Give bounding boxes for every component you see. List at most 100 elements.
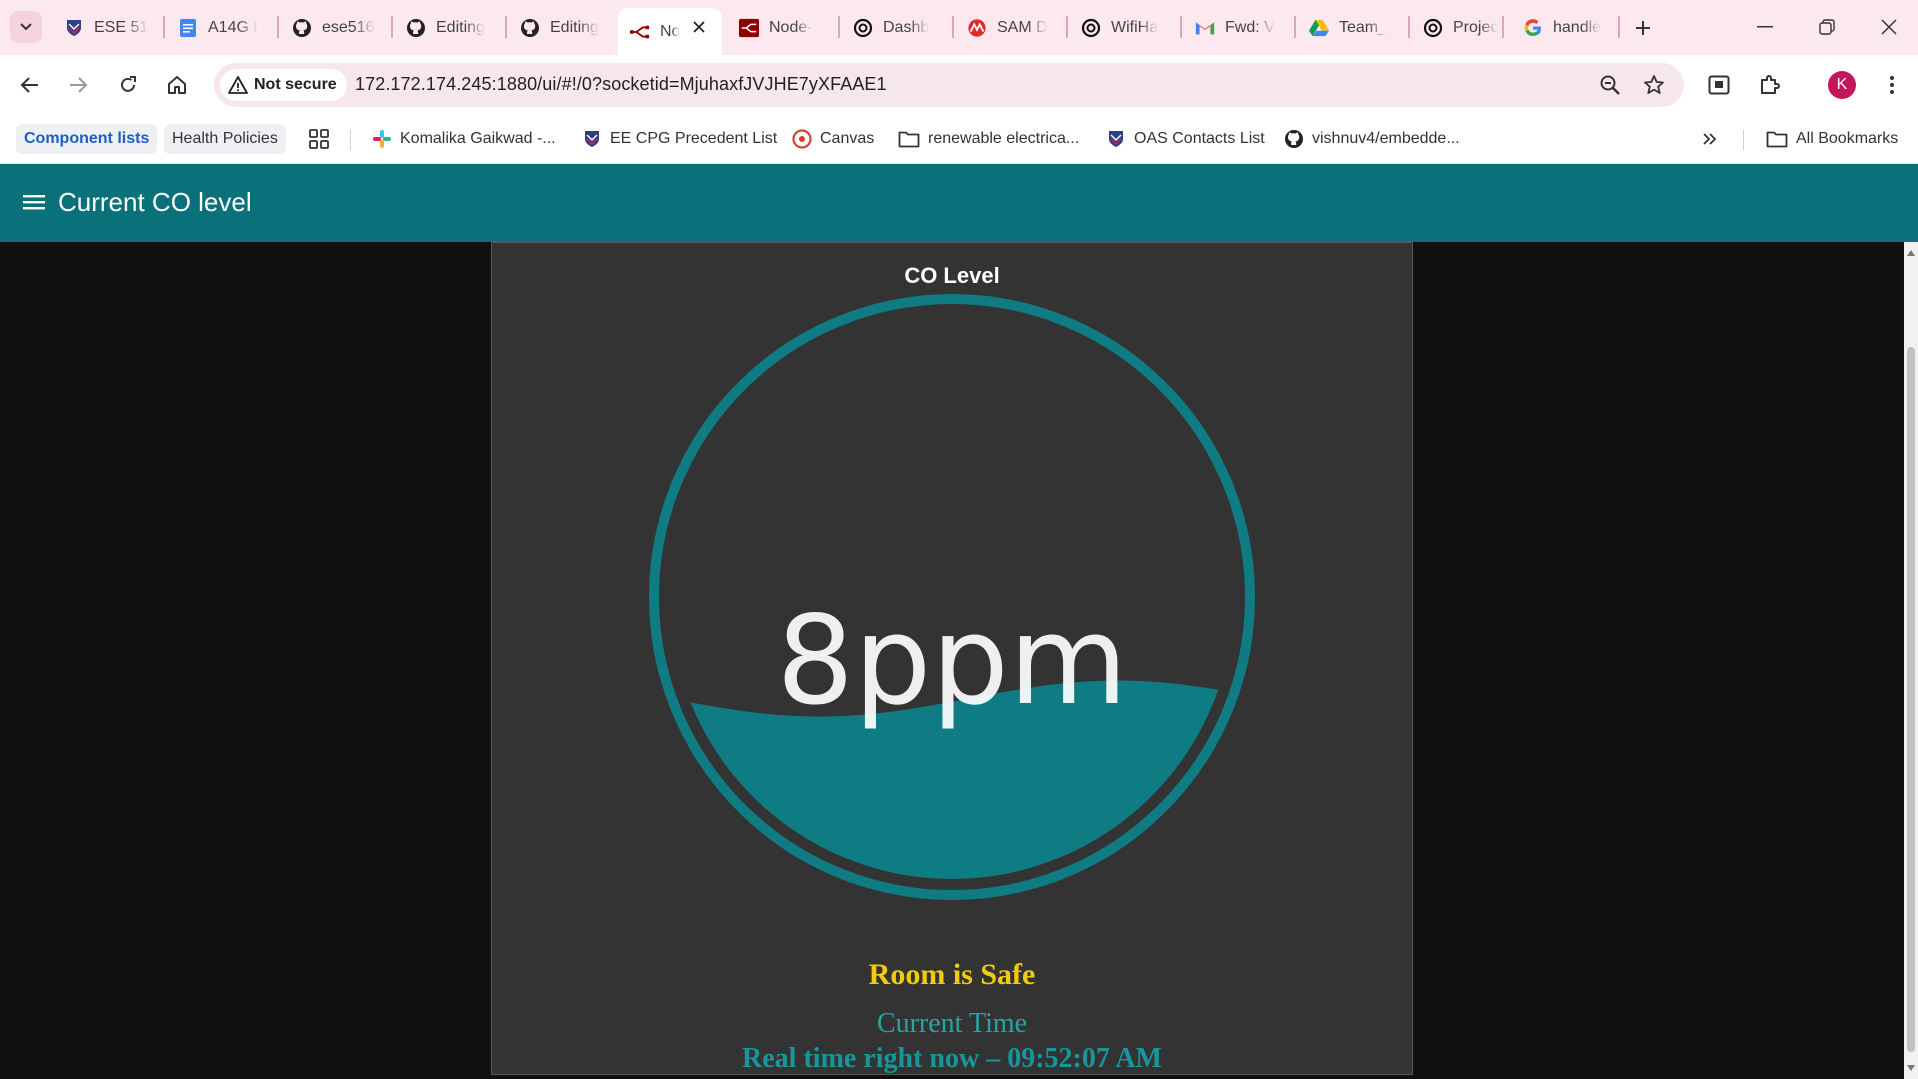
tab-node-red[interactable]: Node- [727,9,837,47]
profile-button[interactable]: K [1824,67,1860,103]
bookmarks-separator [350,130,351,150]
forward-button[interactable] [60,67,96,103]
home-button[interactable] [159,67,195,103]
dashboard-header: Current CO level [0,164,1918,242]
warning-triangle-icon [228,76,248,94]
tab-wifiha[interactable]: WifiHa [1069,9,1179,47]
github-icon [292,18,312,38]
bookmark-renewable-folder[interactable]: renewable electrica... [898,124,1079,154]
security-label: Not secure [254,76,337,93]
tab-search-button[interactable] [10,11,42,43]
google-icon [1523,18,1543,38]
star-icon [1644,75,1664,94]
tab-separator [1502,16,1504,38]
penn-shield-icon [64,18,84,38]
bookmark-health-policies[interactable]: Health Policies [164,124,286,154]
co-level-card: CO Level 8ppm Room is Safe Current Time … [491,242,1413,1075]
microchip-icon [967,18,987,38]
tab-editing-1[interactable]: Editing [394,9,504,47]
kebab-menu-icon [1890,76,1894,94]
tab-team-drive[interactable]: Team_ [1297,9,1407,47]
address-bar[interactable]: Not secure 172.172.174.245:1880/ui/#!/0?… [214,63,1684,107]
node-red-icon [630,22,650,42]
back-button[interactable] [12,67,48,103]
tab-separator [1066,16,1068,38]
tab-project[interactable]: Projec [1411,9,1521,47]
side-panel-icon [1708,75,1730,95]
tab-separator [1618,16,1620,38]
tab-fwd-mail[interactable]: Fwd: V [1183,9,1293,47]
close-window-button[interactable] [1866,10,1912,44]
dashboard-content: CO Level 8ppm Room is Safe Current Time … [0,242,1904,1079]
tab-editing-2[interactable]: Editing [508,9,618,47]
slack-icon [373,130,391,148]
bookmark-star-button[interactable] [1639,70,1669,100]
browser-menu-button[interactable] [1874,67,1910,103]
openai-icon [1423,18,1443,38]
url-text[interactable]: 172.172.174.245:1880/ui/#!/0?socketid=Mj… [355,74,887,95]
hamburger-menu-icon [23,195,45,210]
all-bookmarks-button[interactable]: All Bookmarks [1766,124,1898,154]
tab-sam-d[interactable]: SAM D [955,9,1065,47]
extensions-button[interactable] [1752,67,1788,103]
tab-separator [1294,16,1296,38]
tab-separator [277,16,279,38]
new-tab-button[interactable] [1628,13,1658,43]
page-scrollbar[interactable] [1904,242,1918,1079]
google-drive-icon [1309,18,1329,38]
double-chevron-right-icon [1703,133,1717,145]
home-icon [168,76,186,94]
close-tab-icon[interactable] [688,16,710,38]
minimize-button[interactable] [1742,10,1788,44]
bookmark-component-lists[interactable]: Component lists [16,124,158,154]
zoom-indicator-button[interactable] [1595,70,1625,100]
current-time-label: Current Time [876,1008,1028,1039]
co-level-gauge: 8ppm [649,294,1255,900]
restore-icon [1819,19,1835,35]
tab-node-red-dashboard-active[interactable]: No [618,8,722,55]
canvas-icon [792,129,812,149]
tab-google-search[interactable]: handle [1511,9,1621,47]
scroll-thumb[interactable] [1907,347,1915,1052]
gmail-icon [1195,18,1215,38]
tab-a14g[interactable]: A14G f [166,9,276,47]
hamburger-menu-button[interactable] [22,190,46,214]
apps-grid-button[interactable] [309,124,329,154]
scroll-down-arrow-icon[interactable] [1906,1063,1916,1073]
github-icon [520,18,540,38]
tab-separator [1180,16,1182,38]
avatar: K [1828,71,1856,99]
browser-toolbar: Not secure 172.172.174.245:1880/ui/#!/0?… [0,55,1918,115]
bookmark-ee-cpg[interactable]: EE CPG Precedent List [582,124,777,154]
tab-separator [505,16,507,38]
card-title: CO Level [904,263,1000,288]
restore-button[interactable] [1804,10,1850,44]
security-indicator[interactable]: Not secure [220,69,347,101]
more-bookmarks-button[interactable] [1702,124,1718,154]
scroll-up-arrow-icon[interactable] [1906,248,1916,258]
tab-ese51[interactable]: ESE 51 [52,9,162,47]
bookmark-vishnuv4[interactable]: vishnuv4/embedde... [1284,124,1460,154]
minimize-icon [1757,26,1773,28]
folder-icon [898,131,920,148]
tab-ese516[interactable]: ese516 [280,9,390,47]
arrow-right-icon [70,77,88,93]
side-panel-button[interactable] [1701,67,1737,103]
google-docs-icon [178,18,198,38]
tab-separator [952,16,954,38]
tab-dashboard[interactable]: Dashb [841,9,951,47]
penn-shield-icon [1109,131,1123,147]
reload-button[interactable] [110,67,146,103]
node-red-dark-icon [739,18,759,38]
bookmark-komalika[interactable]: Komalika Gaikwad -... [372,124,556,154]
openai-icon [853,18,873,38]
arrow-left-icon [20,77,38,93]
status-message: Room is Safe [868,958,1036,991]
github-icon [1285,130,1303,148]
bookmark-oas-contacts[interactable]: OAS Contacts List [1106,124,1265,154]
github-icon [406,18,426,38]
puzzle-icon [1761,75,1780,94]
bookmarks-separator [1743,130,1744,150]
folder-icon [1766,131,1788,148]
bookmark-canvas[interactable]: Canvas [792,124,874,154]
